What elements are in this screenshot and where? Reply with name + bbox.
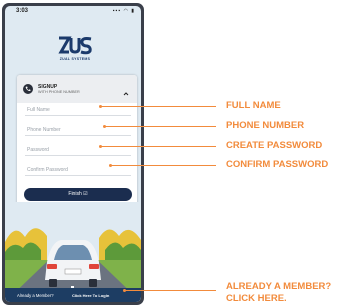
app-screen: 3:03 ▪▪▪ ◠ ▮ ZUAL SYSTEMS SIGNUP WITH PH… (5, 6, 141, 302)
pointer-line-confirm (110, 165, 216, 166)
status-time: 3:03 (16, 8, 29, 14)
annotation-login-line1: ALREADY A MEMBER? (226, 281, 332, 292)
signup-header[interactable]: SIGNUP WITH PHONE NUMBER (17, 75, 137, 103)
finish-button[interactable]: Finish ☑ (24, 188, 132, 201)
login-link[interactable]: Click Here To Login (72, 293, 109, 298)
phone-icon (23, 84, 33, 94)
pointer-dot-phone (103, 125, 106, 128)
signup-subtitle: WITH PHONE NUMBER (38, 90, 80, 94)
chevron-up-icon[interactable] (123, 84, 129, 96)
pointer-dot-login (123, 289, 126, 292)
pointer-dot-confirm (109, 164, 112, 167)
pointer-dot-password (99, 145, 102, 148)
status-bar: 3:03 ▪▪▪ ◠ ▮ (5, 6, 141, 18)
annotation-login-line2: CLICK HERE. (226, 293, 287, 304)
pointer-line-password (100, 146, 216, 147)
annotation-confirm-password: CONFIRM PASSWORD (226, 159, 329, 170)
road-scene-illustration (5, 202, 141, 302)
annotation-phone-number: PHONE NUMBER (226, 120, 305, 131)
phone-frame: 3:03 ▪▪▪ ◠ ▮ ZUAL SYSTEMS SIGNUP WITH PH… (2, 3, 144, 305)
pointer-line-phone (104, 126, 216, 127)
status-icons: ▪▪▪ ◠ ▮ (112, 8, 135, 14)
pointer-line-login (124, 290, 216, 291)
logo-text: ZUAL SYSTEMS (59, 57, 91, 61)
signup-card: SIGNUP WITH PHONE NUMBER Full Name Phone… (17, 75, 137, 209)
annotation-full-name: FULL NAME (226, 100, 281, 111)
member-prompt: Already a Member? (17, 293, 54, 298)
login-bar: Already a Member? Click Here To Login (5, 288, 141, 302)
pointer-line-full-name (100, 106, 216, 107)
company-logo (57, 36, 93, 56)
annotation-create-password: CREATE PASSWORD (226, 140, 323, 151)
pointer-dot-full-name (99, 105, 102, 108)
